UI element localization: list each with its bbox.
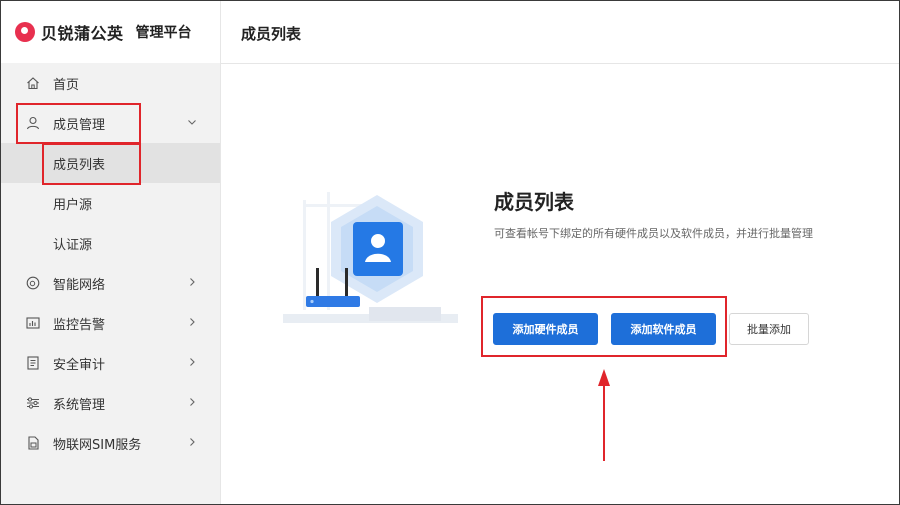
chevron-right-icon (190, 358, 195, 366)
sidebar-subitem-auth-source[interactable]: 认证源 (1, 223, 220, 263)
annotation-box-member-list (42, 143, 141, 185)
sidebar-item-label: 物联网SIM服务 (53, 437, 142, 453)
sim-icon (25, 435, 41, 451)
member-list-illustration (283, 192, 458, 323)
network-icon (25, 275, 41, 291)
annotation-arrow-icon (598, 369, 610, 461)
sidebar-subitem-label: 认证源 (53, 237, 93, 253)
batch-add-button[interactable]: 批量添加 (729, 313, 809, 345)
sidebar-subitem-label: 用户源 (53, 197, 93, 213)
audit-icon (25, 355, 41, 371)
logo-bar: 贝锐蒲公英 管理平台 (1, 1, 220, 63)
chevron-right-icon (190, 278, 195, 286)
sidebar-item-home[interactable]: 首页 (1, 63, 220, 103)
sidebar-item-label: 智能网络 (53, 277, 106, 293)
sidebar-item-smart-network[interactable]: 智能网络 (1, 263, 220, 303)
sidebar-item-label: 系统管理 (53, 397, 106, 413)
monitor-icon (25, 315, 41, 331)
sidebar-item-label: 监控告警 (53, 317, 106, 333)
chevron-right-icon (190, 398, 195, 406)
main-content: 成员列表 可查看帐号下绑定的所有硬件成员以及软件成员，并进行批量管理 添加硬件成… (221, 64, 899, 504)
brand-subtitle: 管理平台 (135, 25, 192, 41)
page-title: 成员列表 (241, 25, 302, 43)
sidebar-item-system-management[interactable]: 系统管理 (1, 383, 220, 423)
sidebar-item-iot-sim[interactable]: 物联网SIM服务 (1, 423, 220, 463)
brand-logo-icon (15, 22, 35, 42)
sidebar-item-security-audit[interactable]: 安全审计 (1, 343, 220, 383)
sidebar-subitem-user-source[interactable]: 用户源 (1, 183, 220, 223)
sidebar-item-label: 首页 (53, 77, 80, 93)
sidebar-item-label: 安全审计 (53, 357, 106, 373)
home-icon (25, 75, 41, 91)
sidebar: 贝锐蒲公英 管理平台 首页 成员管理 成员列表 用户源 认证源 智能网络 监控告… (1, 1, 220, 504)
sidebar-item-monitor-alert[interactable]: 监控告警 (1, 303, 220, 343)
chevron-right-icon (190, 318, 195, 326)
chevron-right-icon (190, 438, 195, 446)
brand-name: 贝锐蒲公英 (41, 24, 124, 43)
page-header: 成员列表 (221, 1, 899, 64)
annotation-box-member-management (16, 103, 141, 144)
empty-state-title: 成员列表 (494, 190, 574, 214)
settings-icon (25, 395, 41, 411)
annotation-box-add-buttons (481, 296, 727, 357)
empty-state-description: 可查看帐号下绑定的所有硬件成员以及软件成员，并进行批量管理 (494, 227, 813, 240)
chevron-down-icon (188, 120, 196, 125)
